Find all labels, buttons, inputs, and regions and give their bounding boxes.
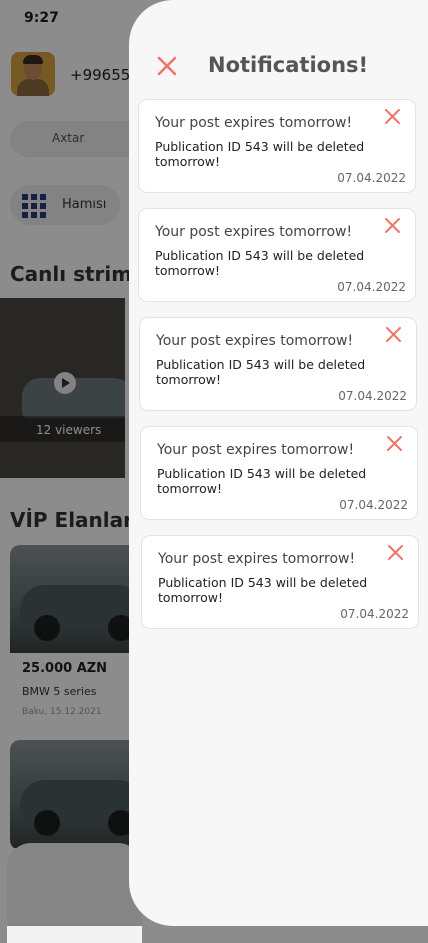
dismiss-icon[interactable] <box>385 326 402 343</box>
dismiss-icon[interactable] <box>384 108 401 125</box>
notification-card[interactable]: Your post expires tomorrow! Publication … <box>140 426 418 520</box>
notification-card[interactable]: Your post expires tomorrow! Publication … <box>138 208 416 302</box>
notification-body: Publication ID 543 will be deleted tomor… <box>155 248 365 278</box>
notification-title: Your post expires tomorrow! <box>157 442 355 458</box>
dismiss-icon[interactable] <box>384 217 401 234</box>
notification-title: Your post expires tomorrow! <box>158 551 356 567</box>
notification-date: 07.04.2022 <box>337 280 406 294</box>
notification-body: Publication ID 543 will be deleted tomor… <box>158 575 368 605</box>
notification-card[interactable]: Your post expires tomorrow! Publication … <box>138 99 416 193</box>
notification-body: Publication ID 543 will be deleted tomor… <box>155 139 365 169</box>
status-time: 9:27 <box>24 10 59 26</box>
notification-date: 07.04.2022 <box>338 389 407 403</box>
notification-date: 07.04.2022 <box>339 498 408 512</box>
notification-body: Publication ID 543 will be deleted tomor… <box>157 466 367 496</box>
notification-date: 07.04.2022 <box>337 171 406 185</box>
notification-card[interactable]: Your post expires tomorrow! Publication … <box>139 317 417 411</box>
notification-date: 07.04.2022 <box>340 607 409 621</box>
close-icon[interactable] <box>156 55 178 77</box>
notification-title: Your post expires tomorrow! <box>156 333 354 349</box>
notifications-drawer: Notifications! Your post expires tomorro… <box>129 0 428 926</box>
notification-body: Publication ID 543 will be deleted tomor… <box>156 357 366 387</box>
notification-title: Your post expires tomorrow! <box>155 224 353 240</box>
notification-title: Your post expires tomorrow! <box>155 115 353 131</box>
drawer-title: Notifications! <box>208 53 369 77</box>
notification-card[interactable]: Your post expires tomorrow! Publication … <box>141 535 419 629</box>
dismiss-icon[interactable] <box>386 435 403 452</box>
dismiss-icon[interactable] <box>387 544 404 561</box>
